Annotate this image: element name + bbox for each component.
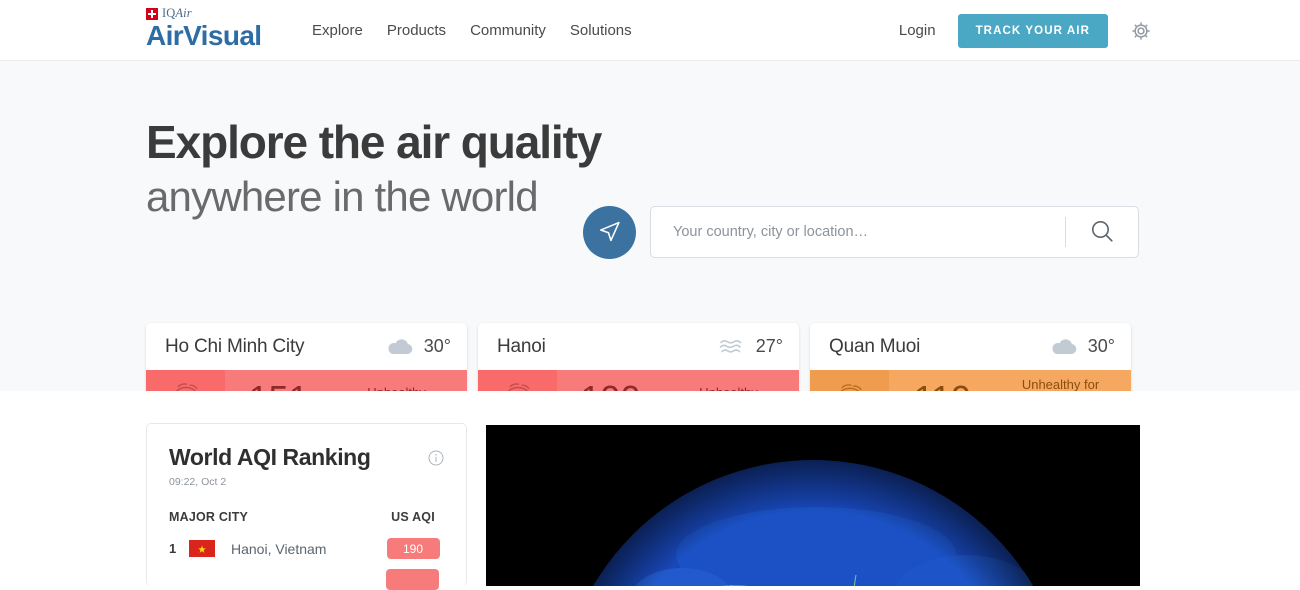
search-icon	[1089, 218, 1115, 247]
city-card-header: Ho Chi Minh City 30°	[146, 323, 467, 370]
gear-icon[interactable]	[1130, 20, 1152, 42]
nav-item-explore[interactable]: Explore	[312, 22, 363, 39]
ranking-aqi-badge: 190	[386, 538, 440, 559]
haze-icon	[717, 336, 747, 358]
ranking-row-partial[interactable]	[169, 569, 444, 590]
city-card-header: Quan Muoi 30°	[810, 323, 1131, 370]
column-header-aqi: US AQI	[391, 510, 435, 524]
city-card-header: Hanoi 27°	[478, 323, 799, 370]
temperature: 30°	[1087, 336, 1115, 356]
cloud-icon	[385, 336, 415, 358]
lower-section: World AQI Ranking 09:22, Oct 2 MAJOR CIT…	[0, 391, 1300, 590]
locate-me-button[interactable]	[583, 206, 636, 259]
hero-section: Explore the air quality anywhere in the …	[0, 61, 1300, 441]
city-name: Ho Chi Minh City	[165, 335, 305, 357]
globe-visualization	[486, 425, 1140, 586]
ranking-title: World AQI Ranking	[169, 444, 371, 470]
ranking-aqi-badge-partial	[386, 569, 439, 590]
ranking-aqi-cell: 190	[382, 538, 444, 559]
ranking-column-headers: MAJOR CITY US AQI	[169, 510, 444, 524]
column-header-city: MAJOR CITY	[169, 510, 249, 524]
ranking-position: 1	[169, 541, 177, 556]
hero-headline-line1: Explore the air quality	[146, 116, 602, 168]
info-icon[interactable]	[428, 450, 444, 466]
main-navigation: Explore Products Community Solutions	[312, 0, 632, 61]
nav-item-solutions[interactable]: Solutions	[570, 22, 632, 39]
nav-item-products[interactable]: Products	[387, 22, 446, 39]
ranking-city-name: Hanoi, Vietnam	[231, 540, 327, 557]
cloud-icon	[1049, 336, 1079, 358]
temperature: 30°	[423, 336, 451, 356]
search-button[interactable]	[1066, 218, 1138, 247]
iqair-wordmark-iq: IQ	[162, 6, 176, 20]
iqair-logo: IQAir	[146, 6, 261, 21]
login-link[interactable]: Login	[899, 22, 936, 39]
ranking-timestamp: 09:22, Oct 2	[169, 476, 227, 488]
search-bar[interactable]	[650, 206, 1139, 258]
navigation-arrow-icon	[597, 219, 622, 247]
swiss-cross-icon	[146, 7, 158, 20]
nav-item-community[interactable]: Community	[470, 22, 546, 39]
search-input[interactable]	[651, 224, 1065, 240]
air-quality-globe[interactable]	[486, 425, 1140, 586]
city-name: Quan Muoi	[829, 335, 921, 357]
hero-headline-line2: anywhere in the world	[146, 173, 539, 220]
city-name: Hanoi	[497, 335, 546, 357]
iqair-wordmark-air: Air	[175, 6, 192, 20]
brand-logo[interactable]: IQAir AirVisual	[146, 6, 262, 51]
ranking-header: World AQI Ranking	[169, 444, 444, 471]
header-actions: Login TRACK YOUR AIR	[899, 0, 1152, 61]
world-aqi-ranking-panel: World AQI Ranking 09:22, Oct 2 MAJOR CIT…	[146, 423, 467, 590]
page-title: Explore the air quality anywhere in the …	[146, 114, 602, 223]
temperature: 27°	[755, 336, 783, 356]
track-your-air-button[interactable]: TRACK YOUR AIR	[957, 13, 1108, 48]
airvisual-wordmark: AirVisual	[146, 20, 262, 51]
iqair-wordmark: IQAir	[162, 6, 192, 21]
site-header: IQAir AirVisual Explore Products Communi…	[0, 0, 1300, 61]
vietnam-flag-icon	[189, 540, 215, 557]
aqi-category-line1: Unhealthy for	[1021, 377, 1100, 392]
ranking-row[interactable]: 1 Hanoi, Vietnam 190	[169, 538, 444, 559]
